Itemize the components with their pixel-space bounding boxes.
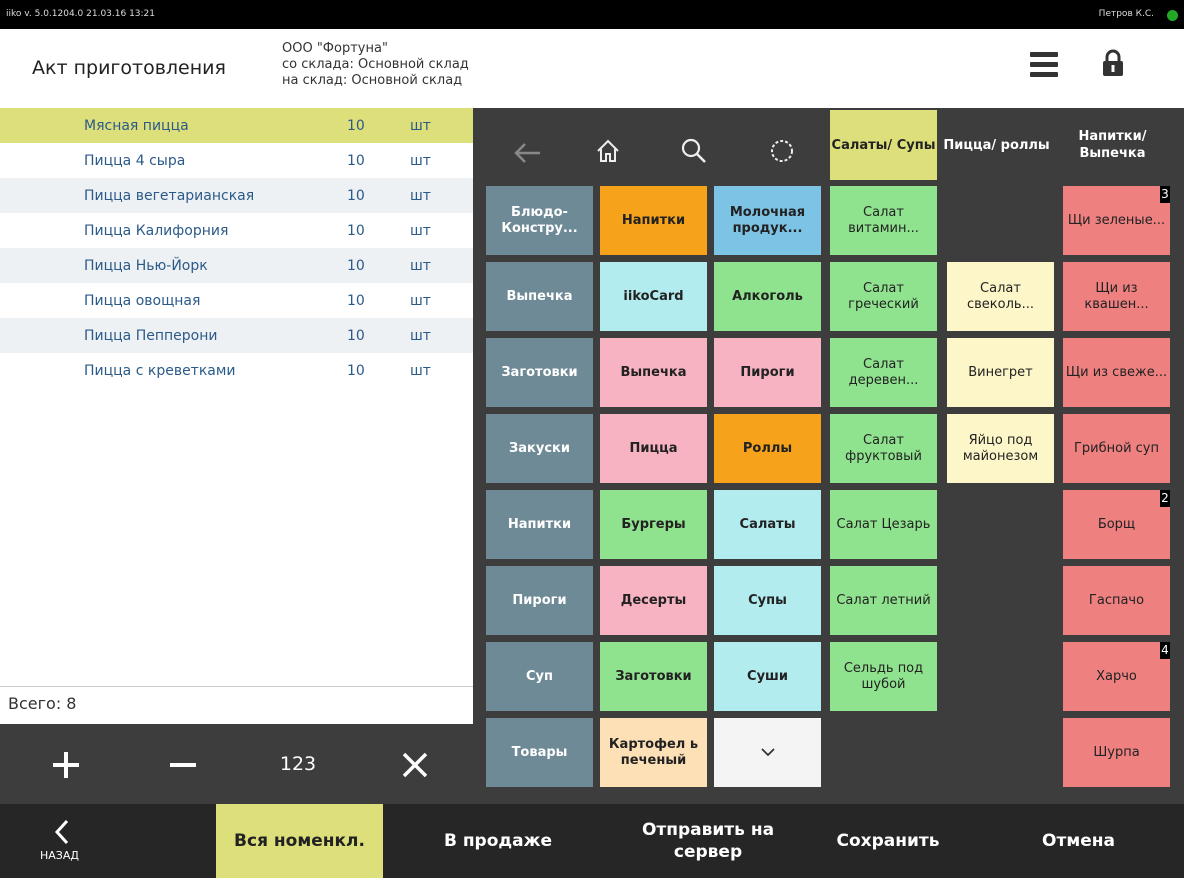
status-bar: iiko v. 5.0.1204.0 21.03.16 13:21 Петров… <box>0 0 1184 29</box>
cancel-button[interactable]: Отмена <box>973 804 1184 878</box>
bottom-bar: НАЗАД Вся номенкл. В продаже Отправить н… <box>0 804 1184 878</box>
save-button[interactable]: Сохранить <box>803 804 973 878</box>
product-button[interactable]: Винегрет <box>947 338 1054 407</box>
list-item[interactable]: Пицца Нью-Йорк 10 шт <box>0 248 473 283</box>
product-label: Щи зеленые... <box>1067 212 1166 228</box>
total-count: Всего: 8 <box>0 686 473 724</box>
product-button[interactable]: Салат греческий <box>830 262 937 331</box>
category-button[interactable]: Молочная продук... <box>714 186 821 255</box>
category-button[interactable]: Супы <box>714 566 821 635</box>
send-to-server-button[interactable]: Отправить на сервер <box>613 804 803 878</box>
product-button[interactable]: Щи зеленые... 3 <box>1063 186 1170 255</box>
version-info: iiko v. 5.0.1204.0 21.03.16 13:21 <box>6 9 156 19</box>
product-button[interactable]: Салат Цезарь <box>830 490 937 559</box>
plus-icon <box>53 751 79 778</box>
numpad-button[interactable]: 123 <box>248 724 348 804</box>
list-item[interactable]: Пицца Калифорния 10 шт <box>0 213 473 248</box>
loading-icon[interactable] <box>769 138 795 164</box>
list-item[interactable]: Пицца Пепперони 10 шт <box>0 318 473 353</box>
product-button[interactable]: Салат витамин... <box>830 186 937 255</box>
header: Акт приготовления ООО "Фортуна" со склад… <box>0 29 1184 106</box>
arrow-left-icon[interactable] <box>512 138 544 168</box>
category-button[interactable]: Десерты <box>600 566 707 635</box>
all-items-button[interactable]: Вся номенкл. <box>216 804 383 878</box>
on-sale-button[interactable]: В продаже <box>383 804 613 878</box>
product-button[interactable]: Щи из квашен... <box>1063 262 1170 331</box>
target-store: на склад: Основной склад <box>282 73 463 88</box>
quantity-toolbar: 123 <box>0 724 473 804</box>
back-button[interactable]: НАЗАД <box>0 804 215 878</box>
product-button[interactable]: Сельдь под шубой <box>830 642 937 711</box>
group-button[interactable]: Суп <box>486 642 593 711</box>
minus-icon <box>170 762 196 767</box>
group-button[interactable]: Пироги <box>486 566 593 635</box>
count-badge: 2 <box>1160 490 1170 507</box>
chevron-down-icon <box>760 748 775 757</box>
product-button[interactable]: Грибной суп <box>1063 414 1170 483</box>
category-button[interactable]: Напитки <box>600 186 707 255</box>
count-badge: 4 <box>1160 642 1170 659</box>
product-button[interactable]: Гаспачо <box>1063 566 1170 635</box>
lock-icon[interactable] <box>1102 49 1124 77</box>
group-button[interactable]: Напитки <box>486 490 593 559</box>
plus-button[interactable] <box>16 724 116 804</box>
category-button[interactable]: Картофел ь печеный <box>600 718 707 787</box>
group-button[interactable]: Выпечка <box>486 262 593 331</box>
close-icon <box>402 752 428 777</box>
count-badge: 3 <box>1160 186 1170 203</box>
list-item[interactable]: Пицца вегетарианская 10 шт <box>0 178 473 213</box>
product-button[interactable]: Яйцо под майонезом <box>947 414 1054 483</box>
back-label: НАЗАД <box>40 849 79 862</box>
list-item[interactable]: Пицца 4 сыра 10 шт <box>0 143 473 178</box>
tab-pizza-rolls[interactable]: Пицца/ роллы <box>943 110 1050 180</box>
org-name: ООО "Фортуна" <box>282 41 388 56</box>
list-item[interactable]: Пицца овощная 10 шт <box>0 283 473 318</box>
status-indicator <box>1167 10 1178 21</box>
product-button[interactable]: Щи из свеже... <box>1063 338 1170 407</box>
menu-icon[interactable] <box>1030 52 1058 78</box>
group-button[interactable]: Закуски <box>486 414 593 483</box>
product-grid: Салаты/ Супы Пицца/ роллы Напитки/ Выпеч… <box>473 108 1184 804</box>
tab-drinks-bakery[interactable]: Напитки/ Выпечка <box>1059 110 1166 180</box>
category-button[interactable]: Пироги <box>714 338 821 407</box>
product-label: Борщ <box>1097 516 1136 532</box>
product-button[interactable]: Борщ 2 <box>1063 490 1170 559</box>
minus-button[interactable] <box>133 724 233 804</box>
search-icon[interactable] <box>681 138 707 164</box>
group-button[interactable]: Товары <box>486 718 593 787</box>
delete-button[interactable] <box>365 724 465 804</box>
list-item[interactable]: Пицца с креветками 10 шт <box>0 353 473 388</box>
page-title: Акт приготовления <box>32 57 226 79</box>
category-button[interactable]: Пицца <box>600 414 707 483</box>
user-name: Петров К.С. <box>1098 9 1154 19</box>
category-button[interactable]: Роллы <box>714 414 821 483</box>
chevron-left-icon <box>54 819 69 845</box>
source-store: со склада: Основной склад <box>282 57 469 72</box>
product-button[interactable]: Салат летний <box>830 566 937 635</box>
document-info: ООО "Фортуна" со склада: Основной склад … <box>282 41 469 89</box>
product-button[interactable]: Шурпа <box>1063 718 1170 787</box>
more-button[interactable] <box>714 718 821 787</box>
category-button[interactable]: iikoCard <box>600 262 707 331</box>
items-list: Мясная пицца 10 шт Пицца 4 сыра 10 шт Пицца … <box>0 108 473 686</box>
product-button[interactable]: Салат фруктовый <box>830 414 937 483</box>
list-item[interactable]: Мясная пицца 10 шт <box>0 108 473 143</box>
category-button[interactable]: Алкоголь <box>714 262 821 331</box>
category-button[interactable]: Салаты <box>714 490 821 559</box>
category-button[interactable]: Суши <box>714 642 821 711</box>
product-button[interactable]: Харчо 4 <box>1063 642 1170 711</box>
tab-salads-soups[interactable]: Салаты/ Супы <box>830 110 937 180</box>
product-label: Харчо <box>1096 668 1137 684</box>
category-button[interactable]: Заготовки <box>600 642 707 711</box>
group-button[interactable]: Блюдо-Констру... <box>486 186 593 255</box>
category-button[interactable]: Выпечка <box>600 338 707 407</box>
home-icon[interactable] <box>595 138 621 164</box>
category-button[interactable]: Бургеры <box>600 490 707 559</box>
group-button[interactable]: Заготовки <box>486 338 593 407</box>
product-button[interactable]: Салат свеколь... <box>947 262 1054 331</box>
product-button[interactable]: Салат деревен... <box>830 338 937 407</box>
